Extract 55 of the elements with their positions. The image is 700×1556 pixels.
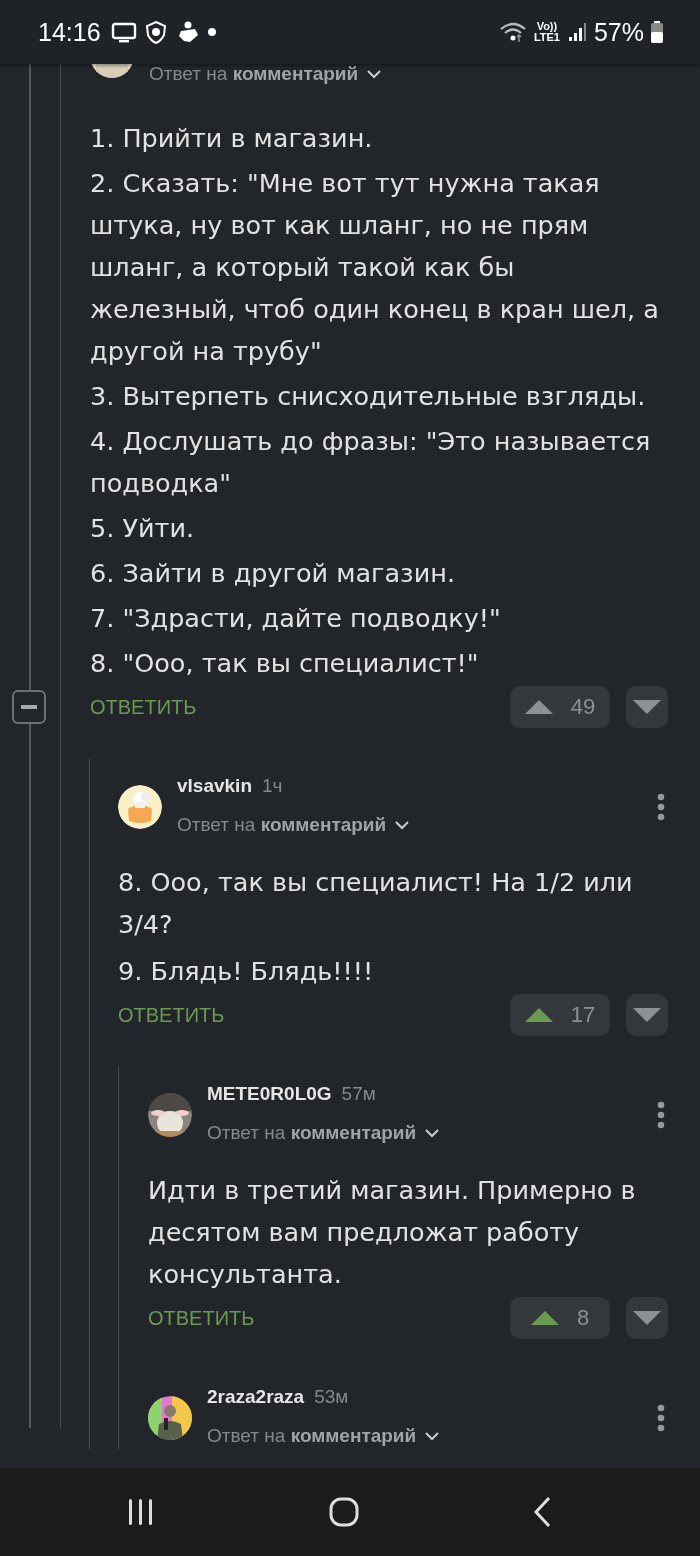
more-icon[interactable] xyxy=(657,792,665,821)
comment-text: Идти в третий магазин. Примерно в десятом вам предложат работу консультанта. xyxy=(148,1174,637,1291)
minus-icon xyxy=(21,705,37,709)
comment-time: 57м xyxy=(341,1083,376,1105)
caret-icon xyxy=(424,1128,441,1138)
comment-text: 9. Блядь! Блядь!!!! xyxy=(118,955,375,988)
down-arrow-icon xyxy=(633,1311,661,1325)
reply-to-link[interactable]: Ответ на комментарий xyxy=(149,64,383,87)
up-arrow-icon xyxy=(524,1008,553,1022)
down-arrow-icon xyxy=(633,700,661,714)
signal-icon xyxy=(567,22,588,42)
caret-icon xyxy=(366,69,383,79)
comment-text: 8. Ооо, так вы специалист! На 1/2 или 3/4? xyxy=(118,866,634,941)
comment-time: 53м xyxy=(314,1386,349,1408)
network-label: Vo)) xyxy=(536,21,558,32)
status-time: 14:16 xyxy=(38,17,101,47)
caret-icon xyxy=(394,820,411,830)
downvote-button[interactable] xyxy=(626,994,668,1036)
reply-button[interactable]: ОТВЕТИТЬ xyxy=(148,1306,255,1330)
reply-button[interactable]: ОТВЕТИТЬ xyxy=(90,695,197,719)
author-name[interactable]: vlsavkin xyxy=(177,775,252,797)
author-name[interactable]: 2raza2raza xyxy=(207,1386,305,1408)
upvote-button[interactable]: 8 xyxy=(510,1297,610,1339)
list-item: 4. Дослушать до фразы: "Это называется подводка" xyxy=(90,425,652,500)
downvote-button[interactable] xyxy=(626,686,668,728)
more-icon[interactable] xyxy=(657,1100,665,1129)
wifi-icon xyxy=(499,21,526,43)
network-label: LTE1 xyxy=(533,32,560,43)
list-item: 1. Прийти в магазин. xyxy=(90,122,374,155)
up-arrow-icon xyxy=(524,700,553,714)
caret-icon xyxy=(424,1431,441,1441)
list-item: 8. "Ооо, так вы специалист!" xyxy=(90,647,480,680)
list-item: 7. "Здрасти, дайте подводку!" xyxy=(90,602,502,635)
down-arrow-icon xyxy=(633,1008,661,1022)
dot-icon xyxy=(206,27,217,37)
monitor-icon xyxy=(110,21,137,43)
list-item: 6. Зайти в другой магазин. xyxy=(90,557,457,590)
reply-to-link[interactable]: Ответ на комментарий xyxy=(207,1423,441,1449)
battery-icon xyxy=(650,20,664,44)
upvote-button[interactable]: 17 xyxy=(510,994,610,1036)
downvote-button[interactable] xyxy=(626,1297,668,1339)
list-item: 2. Сказать: "Мне вот тут нужна такая штука, ну вот как шланг, но не прям шланг, а который такой как бы железный, чтоб один конец в кран шел, а другой на трубу" xyxy=(90,167,660,368)
more-icon[interactable] xyxy=(657,1403,665,1432)
reply-button[interactable]: ОТВЕТИТЬ xyxy=(118,1003,225,1027)
reply-to-link[interactable]: Ответ на комментарий xyxy=(177,812,411,838)
upvote-button[interactable]: 49 xyxy=(510,686,610,728)
list-item: 5. Уйти. xyxy=(90,512,196,545)
up-arrow-icon xyxy=(530,1311,559,1325)
list-item: 3. Вытерпеть снисходительные взгляды. xyxy=(90,380,647,413)
battery-percent: 57% xyxy=(593,17,644,47)
collapse-button[interactable] xyxy=(12,690,46,724)
reply-to-link[interactable]: Ответ на комментарий xyxy=(207,1120,441,1146)
home-icon[interactable] xyxy=(328,1496,360,1528)
author-name[interactable]: METE0R0L0G xyxy=(207,1083,332,1105)
comment-time: 1ч xyxy=(262,775,283,797)
